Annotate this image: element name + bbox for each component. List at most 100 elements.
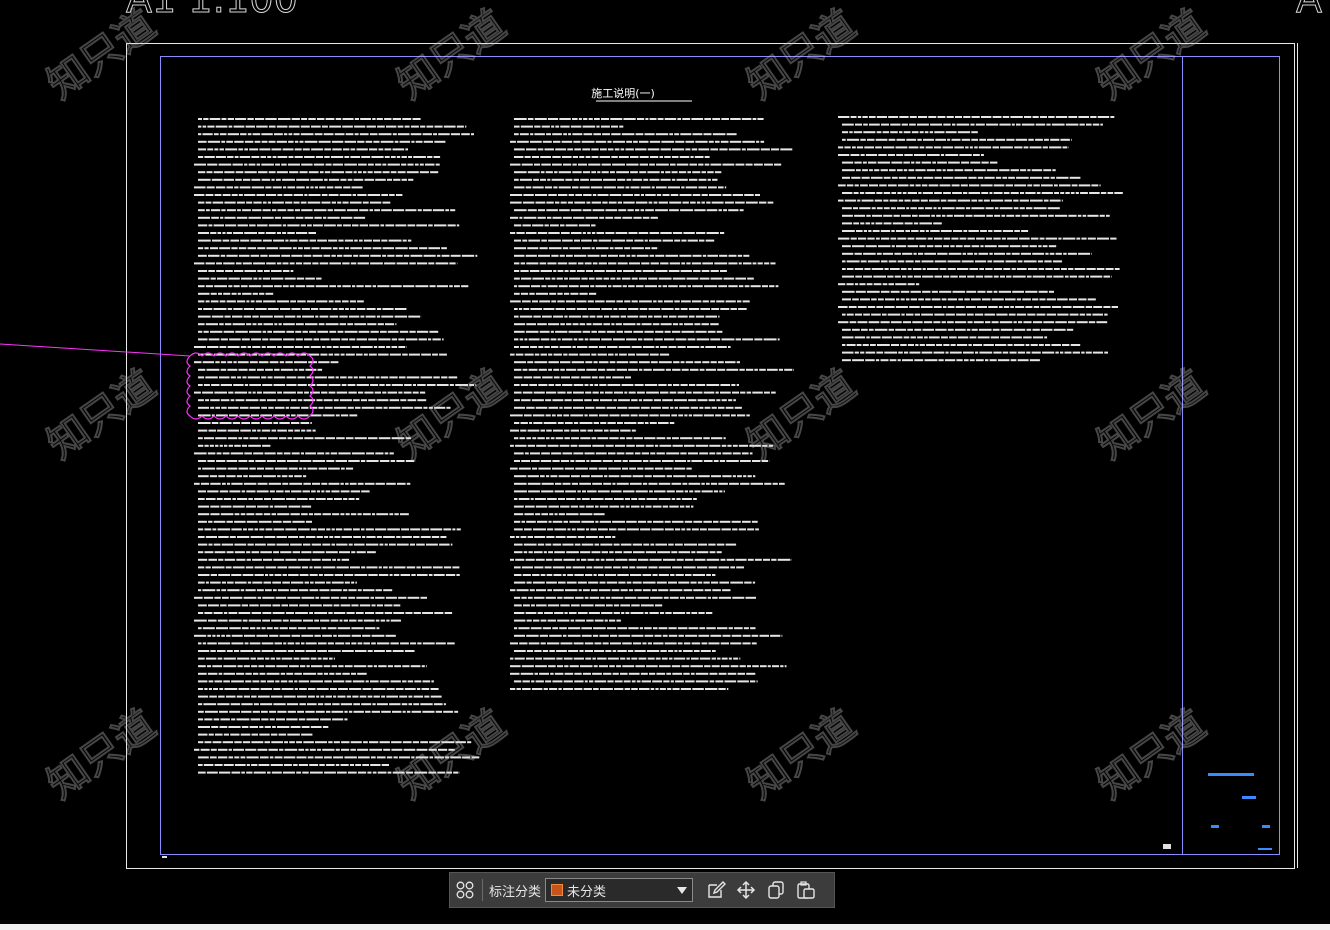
note-text-fragment: [562, 216, 572, 219]
note-text-fragment: [218, 695, 225, 698]
note-text-fragment: [387, 528, 400, 531]
note-text-fragment: [599, 414, 609, 417]
note-text-fragment: [638, 498, 646, 500]
note-text-fragment: [538, 368, 547, 371]
note-text-fragment: [626, 437, 633, 440]
note-text-fragment: [550, 224, 559, 227]
note-text-fragment: [340, 513, 345, 516]
note-text-fragment: [296, 756, 307, 759]
note-text-fragment: [644, 612, 649, 614]
note-text-fragment: [553, 574, 562, 576]
note-text-fragment: [243, 178, 251, 181]
note-text-fragment: [566, 368, 577, 371]
copy-icon[interactable]: [761, 873, 791, 907]
note-text-fragment: [857, 321, 868, 324]
note-text-fragment: [300, 452, 304, 455]
note-text-fragment: [433, 133, 437, 136]
note-text-fragment: [243, 695, 250, 698]
note-text-fragment: [1025, 306, 1033, 308]
note-text-fragment: [300, 422, 310, 424]
note-text-fragment: [705, 368, 716, 371]
note-text-fragment: [559, 209, 570, 212]
note-text-fragment: [529, 384, 537, 386]
note-text-fragment: [703, 437, 710, 440]
note-text-fragment: [1045, 252, 1049, 255]
note-text-fragment: [244, 384, 249, 386]
note-text-fragment: [563, 520, 568, 523]
note-text-fragment: [251, 695, 257, 698]
note-text-fragment: [867, 306, 876, 308]
note-text-fragment: [299, 171, 308, 174]
note-text-fragment: [314, 186, 318, 189]
note-text-fragment: [540, 178, 546, 181]
note-text-fragment: [957, 268, 969, 270]
note-text-fragment: [574, 574, 584, 576]
note-text-fragment: [244, 232, 257, 234]
note-text-fragment: [210, 482, 221, 485]
note-text-fragment: [327, 627, 337, 630]
note-text-fragment: [373, 650, 385, 652]
note-text-fragment: [750, 680, 756, 683]
paste-icon[interactable]: [791, 873, 821, 907]
grid-icon[interactable]: [450, 873, 480, 907]
note-text-fragment: [272, 520, 282, 523]
note-text-fragment: [959, 154, 972, 156]
note-text-fragment: [440, 536, 447, 538]
note-text-fragment: [698, 148, 710, 151]
note-text-fragment: [234, 513, 240, 516]
note-text-fragment: [1032, 328, 1040, 331]
note-text-fragment: [246, 756, 259, 759]
note-text-fragment: [529, 422, 533, 424]
note-text-fragment: [208, 224, 213, 227]
note-text-fragment: [943, 192, 951, 194]
cad-drawing-canvas[interactable]: A1 1:100 A 施工说明(一) 知只道知只道知只道知只道知只道知只道知只道…: [0, 0, 1330, 930]
note-text-fragment: [235, 399, 245, 402]
note-text-fragment: [286, 672, 294, 675]
note-text-fragment: [909, 116, 917, 118]
note-text-fragment: [533, 528, 546, 531]
note-text-fragment: [529, 292, 535, 295]
note-text-fragment: [660, 346, 668, 348]
move-icon[interactable]: [731, 873, 761, 907]
note-text-fragment: [532, 224, 544, 227]
note-text-fragment: [359, 376, 366, 379]
note-text-fragment: [233, 748, 244, 751]
note-text-fragment: [365, 528, 374, 531]
note-text-fragment: [902, 252, 913, 255]
note-text-fragment: [249, 437, 259, 440]
watermark-text: 知只道: [39, 702, 164, 809]
note-text-fragment: [399, 695, 408, 698]
category-select-value: 未分类: [567, 884, 607, 900]
note-text-fragment: [235, 262, 242, 265]
note-text-fragment: [988, 306, 998, 308]
note-text-fragment: [864, 146, 874, 149]
note-text-fragment: [598, 528, 608, 531]
note-text-fragment: [590, 498, 604, 500]
note-text-fragment: [345, 353, 355, 356]
note-text-fragment: [217, 650, 226, 652]
note-text-fragment: [295, 346, 303, 348]
note-text-fragment: [380, 140, 394, 143]
note-text-fragment: [580, 551, 591, 554]
note-text-fragment: [842, 268, 846, 270]
note-text-fragment: [219, 247, 231, 250]
note-text-fragment: [601, 118, 610, 120]
note-text-fragment: [344, 574, 354, 576]
note-text-fragment: [1087, 214, 1099, 217]
category-select[interactable]: 未分类: [545, 878, 694, 902]
note-text-fragment: [649, 672, 656, 675]
note-text-fragment: [282, 148, 294, 151]
note-text-fragment: [1014, 230, 1020, 232]
note-text-fragment: [881, 336, 892, 339]
edit-icon[interactable]: [701, 873, 731, 907]
note-text-fragment: [595, 300, 605, 303]
note-text-fragment: [213, 520, 226, 523]
note-text-fragment: [251, 338, 262, 341]
note-text-fragment: [874, 199, 883, 202]
note-text-fragment: [276, 452, 283, 455]
note-text-fragment: [712, 118, 721, 120]
note-text-fragment: [701, 482, 705, 485]
note-text-fragment: [670, 406, 674, 409]
note-text-fragment: [332, 703, 340, 706]
note-text-fragment: [548, 406, 559, 409]
